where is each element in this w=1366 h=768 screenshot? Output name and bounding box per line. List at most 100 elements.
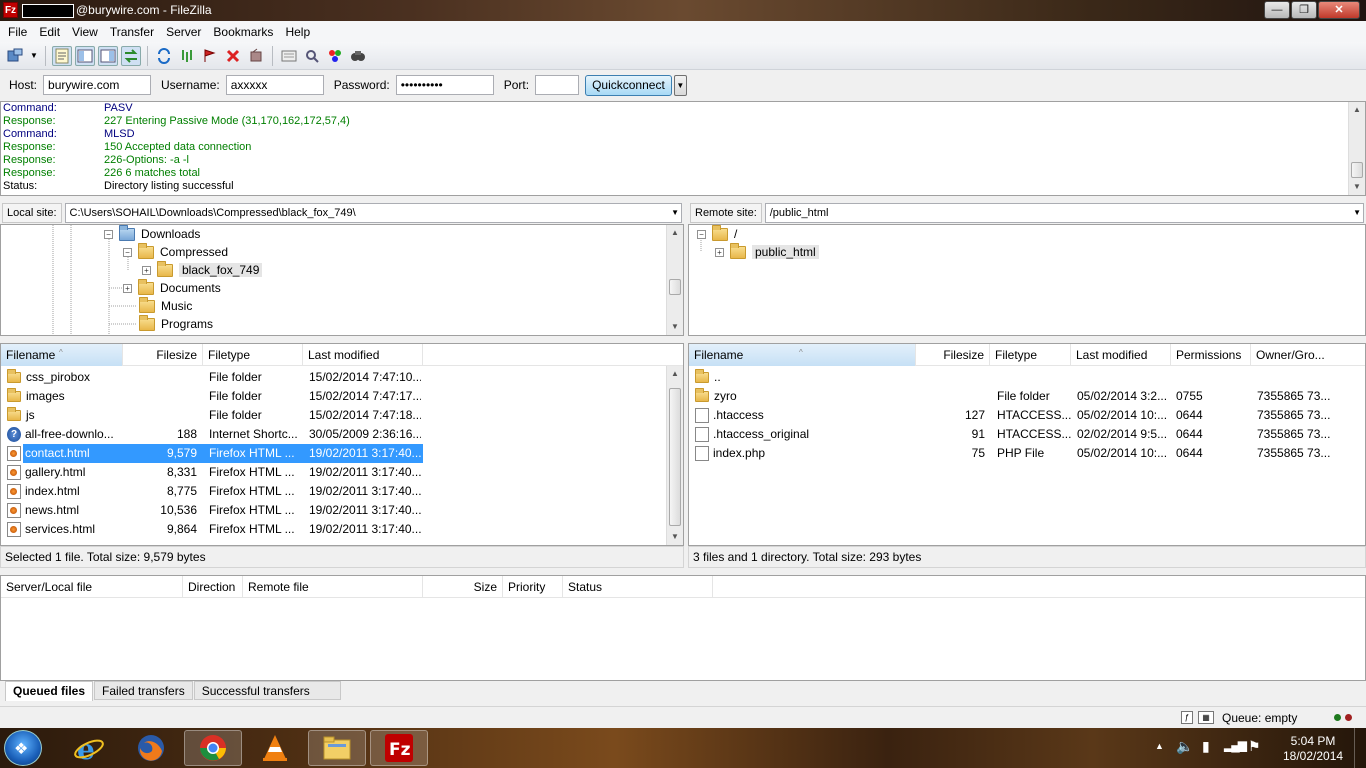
file-row[interactable]: index.php 75 PHP File 05/02/2014 10:... …	[689, 444, 1365, 463]
expand-icon[interactable]: +	[123, 283, 132, 293]
column-status[interactable]: Status	[563, 576, 713, 598]
column-priority[interactable]: Priority	[503, 576, 563, 598]
file-row[interactable]: js File folder 15/02/2014 7:47:18...	[1, 406, 683, 425]
local-path-input[interactable]: C:\Users\SOHAIL\Downloads\Compressed\bla…	[64, 203, 682, 223]
tree-item-documents[interactable]: + Documents	[123, 278, 221, 297]
menu-edit[interactable]: Edit	[35, 25, 68, 39]
search-remote-files-icon[interactable]	[348, 46, 368, 66]
file-row[interactable]: gallery.html 8,331 Firefox HTML ... 19/0…	[1, 463, 683, 482]
toggle-log-icon[interactable]	[52, 45, 72, 66]
column-last-modified[interactable]: Last modified	[303, 344, 423, 366]
minimize-button[interactable]: —	[1264, 1, 1290, 19]
battery-icon[interactable]: ▮	[1202, 738, 1210, 755]
menu-server[interactable]: Server	[162, 25, 209, 39]
binary-mode-icon[interactable]: ▦	[1198, 711, 1214, 724]
menu-bookmarks[interactable]: Bookmarks	[209, 25, 281, 39]
volume-icon[interactable]: 🔈	[1176, 738, 1193, 755]
filezilla-icon[interactable]: Fz	[370, 730, 428, 766]
file-row[interactable]: css_pirobox File folder 15/02/2014 7:47:…	[1, 368, 683, 387]
quickconnect-button[interactable]: Quickconnect	[585, 74, 672, 96]
tree-item-compressed[interactable]: − Compressed	[123, 242, 228, 261]
ie-icon[interactable]: e	[60, 730, 118, 766]
tab-failed-transfers[interactable]: Failed transfers	[94, 681, 193, 700]
local-list-scrollbar[interactable]: ▲ ▼	[666, 366, 683, 545]
file-row[interactable]: .htaccess 127 HTACCESS... 05/02/2014 10:…	[689, 406, 1365, 425]
column-filename[interactable]: Filename ^	[1, 344, 123, 366]
column-server-local-file[interactable]: Server/Local file	[1, 576, 183, 598]
show-desktop-button[interactable]	[1354, 728, 1366, 768]
expand-icon[interactable]: +	[715, 247, 724, 257]
scroll-up-icon[interactable]: ▲	[667, 366, 683, 382]
tree-item-programs[interactable]: Programs	[139, 314, 213, 333]
scroll-thumb[interactable]	[669, 279, 681, 295]
menu-file[interactable]: File	[4, 25, 35, 39]
column-remote-file[interactable]: Remote file	[243, 576, 423, 598]
tab-queued-files[interactable]: Queued files	[5, 681, 94, 701]
explorer-icon[interactable]	[308, 730, 366, 766]
collapse-icon[interactable]: −	[104, 229, 113, 239]
collapse-icon[interactable]: −	[123, 247, 132, 257]
chrome-icon[interactable]	[184, 730, 242, 766]
toggle-remote-tree-icon[interactable]	[98, 45, 118, 66]
column-filesize[interactable]: Filesize	[916, 344, 990, 366]
scroll-down-icon[interactable]: ▼	[667, 319, 683, 335]
action-center-flag-icon[interactable]: ⚑	[1248, 738, 1261, 755]
expand-icon[interactable]: +	[142, 265, 151, 275]
file-row[interactable]: zyro File folder 05/02/2014 3:2... 0755 …	[689, 387, 1365, 406]
toggle-local-tree-icon[interactable]	[75, 45, 95, 66]
tab-successful-transfers[interactable]: Successful transfers	[193, 681, 341, 700]
column-owner-group[interactable]: Owner/Gro...	[1251, 344, 1365, 366]
menu-transfer[interactable]: Transfer	[106, 25, 162, 39]
remote-path-dropdown-icon[interactable]: ▼	[1353, 204, 1361, 222]
maximize-button[interactable]: ❐	[1291, 1, 1317, 19]
local-tree-scrollbar[interactable]: ▲ ▼	[666, 225, 683, 335]
column-last-modified[interactable]: Last modified	[1071, 344, 1171, 366]
scroll-up-icon[interactable]: ▲	[1349, 102, 1365, 118]
file-row[interactable]: .htaccess_original 91 HTACCESS... 02/02/…	[689, 425, 1365, 444]
refresh-icon[interactable]	[154, 46, 174, 66]
username-input[interactable]	[225, 75, 324, 95]
disconnect-icon[interactable]	[246, 46, 266, 66]
menu-view[interactable]: View	[68, 25, 106, 39]
process-queue-icon[interactable]	[177, 46, 197, 66]
column-permissions[interactable]: Permissions	[1171, 344, 1251, 366]
toggle-queue-icon[interactable]	[121, 45, 141, 66]
file-row[interactable]: ..	[689, 368, 1365, 387]
start-button[interactable]: ❖	[4, 730, 42, 766]
tree-item-music[interactable]: Music	[139, 296, 192, 315]
scroll-up-icon[interactable]: ▲	[667, 225, 683, 241]
scroll-down-icon[interactable]: ▼	[667, 529, 683, 545]
site-manager-icon[interactable]	[6, 46, 26, 66]
tree-item-public-html[interactable]: + public_html	[715, 242, 819, 261]
reconnect-icon[interactable]	[279, 46, 299, 66]
show-hidden-icons-icon[interactable]: ▲	[1155, 741, 1164, 751]
site-manager-dropdown-icon[interactable]: ▼	[29, 46, 39, 66]
file-row[interactable]: ? all-free-downlo... 188 Internet Shortc.…	[1, 425, 683, 444]
remote-path-input[interactable]: /public_html ▼	[764, 203, 1364, 223]
log-scrollbar[interactable]: ▲ ▼	[1348, 102, 1365, 195]
tree-item-downloads[interactable]: − Downloads	[104, 225, 200, 243]
column-direction[interactable]: Direction	[183, 576, 243, 598]
toggle-sync-browsing-icon[interactable]	[302, 46, 322, 66]
collapse-icon[interactable]: −	[697, 229, 706, 239]
close-button[interactable]: ✕	[1318, 1, 1360, 19]
column-filesize[interactable]: Filesize	[123, 344, 203, 366]
port-input[interactable]	[535, 75, 580, 95]
column-filetype[interactable]: Filetype	[990, 344, 1071, 366]
filter-icon[interactable]: ƒ	[1181, 711, 1193, 724]
tree-item-black-fox-749[interactable]: + black_fox_749	[142, 260, 263, 279]
file-row[interactable]: images File folder 15/02/2014 7:47:17...	[1, 387, 683, 406]
network-signal-icon[interactable]: ▂▄▆	[1224, 738, 1247, 752]
taskbar-clock[interactable]: 5:04 PM 18/02/2014	[1283, 734, 1343, 764]
firefox-icon[interactable]	[122, 730, 180, 766]
password-input[interactable]	[395, 75, 494, 95]
directory-comparison-icon[interactable]	[325, 46, 345, 66]
tree-item-root[interactable]: − /	[697, 225, 737, 243]
column-filename[interactable]: Filename ^	[689, 344, 916, 366]
directory-listing-filters-icon[interactable]	[200, 46, 220, 66]
quickconnect-dropdown-icon[interactable]: ▼	[673, 74, 687, 96]
file-row-selected[interactable]: contact.html 9,579 Firefox HTML ... 19/0…	[1, 444, 683, 463]
scroll-thumb[interactable]	[669, 388, 681, 526]
file-row[interactable]: news.html 10,536 Firefox HTML ... 19/02/…	[1, 501, 683, 520]
column-filetype[interactable]: Filetype	[203, 344, 303, 366]
